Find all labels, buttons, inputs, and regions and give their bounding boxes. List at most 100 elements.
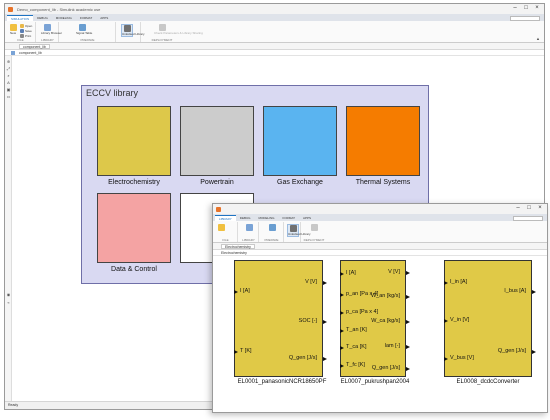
outport-arrow (323, 281, 327, 285)
outport-label: lam [-] (384, 343, 400, 349)
group-label-prepare: PREPARE (80, 38, 95, 42)
front-library-browser-button[interactable] (243, 224, 255, 232)
data-control-block[interactable] (97, 193, 171, 263)
browser-toggle-icon[interactable]: ◉ (6, 292, 11, 297)
front-ribbon-group-deployment: DEPLOYMENT (302, 222, 326, 242)
front-title-bar: Electrochemistry - Simulink academic use… (213, 204, 547, 214)
ribbon-toolstrip: New Open Save Print FILE Library Browser… (5, 21, 544, 43)
front-breadcrumb: Electrochemistry (213, 250, 547, 256)
fit-view-icon[interactable]: ⤢ (6, 66, 11, 71)
front-maximize-button[interactable]: □ (524, 205, 534, 212)
thermal-systems-label: Thermal Systems (355, 179, 411, 186)
front-lock-library-button[interactable]: Unlocked Library (287, 224, 311, 237)
library-browser-icon (245, 224, 253, 231)
block-name-el0001: EL0001_panasonicNCR18650PF (237, 379, 327, 385)
inport-arrow (234, 290, 238, 294)
thermal-systems-block[interactable] (346, 106, 420, 176)
front-group-label-prepare: PREPARE (264, 238, 279, 242)
open-button[interactable]: Open (20, 24, 32, 28)
group-label-library: LIBRARY (41, 38, 54, 42)
inport-arrow (340, 346, 344, 350)
inport-label: T_fc [K] (346, 362, 365, 368)
lock-library-button[interactable]: Unlocked Library (121, 24, 145, 37)
navigate-icon[interactable]: ⊕ (6, 59, 11, 64)
library-browser-icon (43, 24, 51, 31)
ribbon-tabs: SIMULATION DEBUG MODELING FORMAT APPS (5, 14, 544, 21)
annotation-icon[interactable]: A (6, 80, 11, 85)
title-bar: Demo_component_lib - Simulink academic u… (5, 4, 544, 14)
outport-arrow (406, 295, 410, 299)
outport-arrow (323, 357, 327, 361)
gas-exchange-block[interactable] (263, 106, 337, 176)
maximize-button[interactable]: □ (521, 5, 531, 12)
front-group-label-file: FILE (222, 238, 229, 242)
save-icon (20, 29, 24, 33)
front-ribbon-group-lock: Unlocked Library (285, 222, 311, 242)
hide-panel-icon[interactable]: « (6, 300, 11, 305)
outport-label: W_ca [kg/s] (371, 318, 400, 324)
zoom-icon[interactable]: ⌕ (6, 73, 11, 78)
save-button[interactable]: Save (20, 29, 32, 33)
inport-label: I_in [A] (450, 279, 468, 285)
ribbon-group-library: Library Browser LIBRARY (37, 22, 62, 42)
front-ribbon-toolstrip: FILE LIBRARY PREPARE Unlocked Library DE… (213, 221, 547, 243)
signal-table-icon (268, 224, 276, 231)
block-el0007[interactable]: I [A] p_an [Pa x 4] p_ca [Pa x 4] T_an [… (340, 260, 410, 377)
ribbon-group-prepare: Signal Table PREPARE (60, 22, 116, 42)
front-ribbon-tabs: LIBRARY DEBUG MODELING FORMAT APPS (213, 214, 547, 221)
inport-label: T_an [K] (346, 327, 367, 333)
window-title: Demo_component_lib - Simulink academic u… (17, 6, 101, 12)
folder-icon (20, 24, 24, 28)
model-icon (11, 51, 15, 55)
front-signal-table-button[interactable] (266, 224, 278, 232)
front-group-label-deployment: DEPLOYMENT (303, 238, 325, 242)
close-button[interactable]: × (532, 5, 542, 12)
simulink-logo-icon (216, 206, 221, 212)
editor-tab-bar: component_lib (5, 43, 544, 50)
inport-arrow (234, 350, 238, 354)
front-editor-tab[interactable]: Electrochemistry (221, 244, 255, 249)
inport-arrow (340, 329, 344, 333)
inport-arrow (340, 311, 344, 315)
outport-label: I_bus [A] (504, 288, 526, 294)
unlock-icon (123, 25, 131, 32)
powertrain-block[interactable] (180, 106, 254, 176)
collapse-ribbon-icon[interactable]: ▲ (536, 36, 540, 41)
library-title: ECCV library (86, 88, 139, 98)
front-ribbon-group-file: FILE (214, 222, 238, 242)
outport-arrow (406, 345, 410, 349)
inport-label: I [A] (346, 270, 356, 276)
front-close-button[interactable]: × (535, 205, 545, 212)
simulink-logo-icon (8, 6, 13, 12)
block-el0001[interactable]: I [A] T [K] V [V] SOC [-] Q_gen [J/s] (234, 260, 327, 377)
area-icon[interactable]: ▭ (6, 94, 11, 99)
editor-tab[interactable]: component_lib (19, 44, 50, 49)
image-icon[interactable]: ▣ (6, 87, 11, 92)
front-minimize-button[interactable]: – (513, 205, 523, 212)
ribbon-group-deployment: Check Parameters & Library Sharing DEPLO… (142, 22, 203, 42)
ribbon-group-lock: Unlocked Library (117, 22, 145, 42)
front-breadcrumb-item[interactable]: Electrochemistry (221, 251, 247, 255)
block-el0008[interactable]: I_in [A] V_in [V] V_bus [V] I_bus [A] Q_… (444, 260, 536, 377)
minimize-button[interactable]: – (510, 5, 520, 12)
check-parameters-button[interactable]: Check Parameters & Library Sharing (154, 24, 203, 35)
front-ribbon-group-library: LIBRARY (239, 222, 259, 242)
library-browser-button[interactable]: Library Browser (41, 24, 62, 35)
outport-label: V [V] (305, 279, 317, 285)
inport-label: T_ca [K] (346, 344, 367, 350)
outport-arrow (406, 271, 410, 275)
block-name-el0007: EL0007_pukrushpan2004 (340, 379, 410, 385)
breadcrumb-item[interactable]: component_lib (19, 51, 42, 55)
inport-label: V_in [V] (450, 317, 470, 323)
front-new-button[interactable] (215, 224, 227, 232)
front-ribbon-group-prepare: PREPARE (260, 222, 284, 242)
group-label-file: FILE (17, 38, 24, 42)
electrochemistry-block[interactable] (97, 106, 171, 176)
new-button[interactable]: New (7, 24, 19, 35)
group-label-deployment: DEPLOYMENT (151, 38, 173, 42)
outport-label: V [V] (388, 269, 400, 275)
front-check-parameters-button[interactable] (308, 224, 320, 232)
check-icon (158, 24, 166, 31)
signal-table-button[interactable]: Signal Table (76, 24, 92, 35)
outport-arrow (532, 290, 536, 294)
